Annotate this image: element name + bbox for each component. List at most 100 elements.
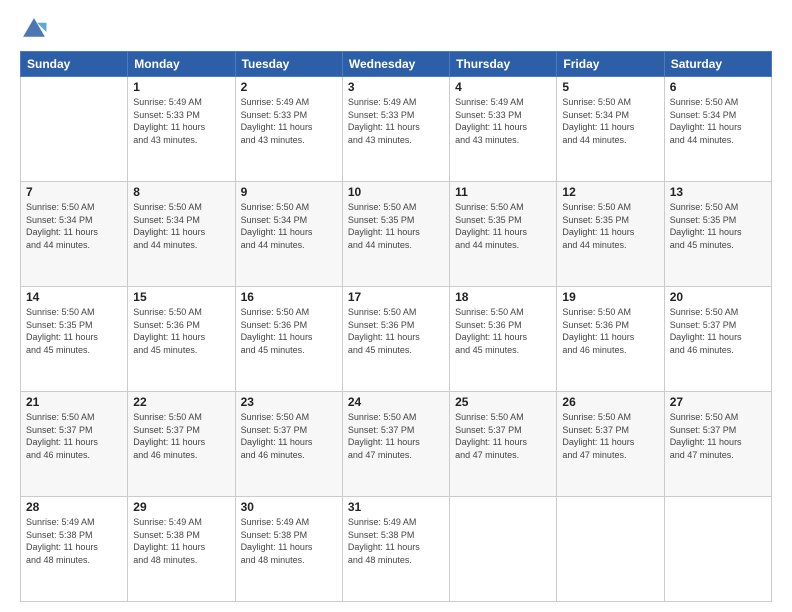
day-number: 24 (348, 395, 444, 409)
col-header-sunday: Sunday (21, 52, 128, 77)
day-number: 21 (26, 395, 122, 409)
day-number: 8 (133, 185, 229, 199)
calendar-cell: 25 Sunrise: 5:50 AM Sunset: 5:37 PM Dayli… (450, 392, 557, 497)
day-number: 30 (241, 500, 337, 514)
calendar-cell: 1 Sunrise: 5:49 AM Sunset: 5:33 PM Daylig… (128, 77, 235, 182)
calendar-week-5: 28 Sunrise: 5:49 AM Sunset: 5:38 PM Dayli… (21, 497, 772, 602)
day-info: Sunrise: 5:50 AM Sunset: 5:37 PM Dayligh… (26, 411, 122, 461)
calendar-table: SundayMondayTuesdayWednesdayThursdayFrid… (20, 51, 772, 602)
day-info: Sunrise: 5:50 AM Sunset: 5:36 PM Dayligh… (241, 306, 337, 356)
day-number: 22 (133, 395, 229, 409)
col-header-friday: Friday (557, 52, 664, 77)
calendar-cell: 2 Sunrise: 5:49 AM Sunset: 5:33 PM Daylig… (235, 77, 342, 182)
day-info: Sunrise: 5:49 AM Sunset: 5:38 PM Dayligh… (26, 516, 122, 566)
day-number: 6 (670, 80, 766, 94)
day-info: Sunrise: 5:49 AM Sunset: 5:33 PM Dayligh… (241, 96, 337, 146)
calendar-cell: 22Sunrise: 5:50 AM Sunset: 5:37 PM Dayli… (128, 392, 235, 497)
day-info: Sunrise: 5:49 AM Sunset: 5:38 PM Dayligh… (133, 516, 229, 566)
calendar-cell: 6 Sunrise: 5:50 AM Sunset: 5:34 PM Daylig… (664, 77, 771, 182)
day-info: Sunrise: 5:50 AM Sunset: 5:36 PM Dayligh… (133, 306, 229, 356)
col-header-monday: Monday (128, 52, 235, 77)
col-header-tuesday: Tuesday (235, 52, 342, 77)
calendar-cell: 26 Sunrise: 5:50 AM Sunset: 5:37 PM Dayli… (557, 392, 664, 497)
calendar-cell: 23 Sunrise: 5:50 AM Sunset: 5:37 PM Dayli… (235, 392, 342, 497)
day-info: Sunrise: 5:50 AM Sunset: 5:37 PM Dayligh… (670, 306, 766, 356)
logo-icon (20, 15, 48, 43)
day-number: 23 (241, 395, 337, 409)
day-info: Sunrise: 5:50 AM Sunset: 5:35 PM Dayligh… (562, 201, 658, 251)
day-number: 16 (241, 290, 337, 304)
day-number: 14 (26, 290, 122, 304)
header-row: SundayMondayTuesdayWednesdayThursdayFrid… (21, 52, 772, 77)
day-number: 11 (455, 185, 551, 199)
day-number: 12 (562, 185, 658, 199)
day-info: Sunrise: 5:50 AM Sunset: 5:37 PM Dayligh… (670, 411, 766, 461)
day-info: Sunrise: 5:50 AM Sunset: 5:35 PM Dayligh… (455, 201, 551, 251)
logo (20, 15, 52, 43)
day-info: Sunrise: 5:50 AM Sunset: 5:36 PM Dayligh… (562, 306, 658, 356)
day-number: 2 (241, 80, 337, 94)
day-number: 31 (348, 500, 444, 514)
day-info: Sunrise: 5:49 AM Sunset: 5:38 PM Dayligh… (241, 516, 337, 566)
col-header-wednesday: Wednesday (342, 52, 449, 77)
day-number: 18 (455, 290, 551, 304)
day-number: 17 (348, 290, 444, 304)
calendar-week-1: 1 Sunrise: 5:49 AM Sunset: 5:33 PM Daylig… (21, 77, 772, 182)
calendar-cell: 28 Sunrise: 5:49 AM Sunset: 5:38 PM Dayli… (21, 497, 128, 602)
day-number: 29 (133, 500, 229, 514)
day-info: Sunrise: 5:50 AM Sunset: 5:35 PM Dayligh… (348, 201, 444, 251)
calendar-cell (557, 497, 664, 602)
calendar-cell: 10 Sunrise: 5:50 AM Sunset: 5:35 PM Dayli… (342, 182, 449, 287)
col-header-thursday: Thursday (450, 52, 557, 77)
calendar-week-2: 7 Sunrise: 5:50 AM Sunset: 5:34 PM Daylig… (21, 182, 772, 287)
day-number: 25 (455, 395, 551, 409)
calendar-cell: 5Sunrise: 5:50 AM Sunset: 5:34 PM Daylig… (557, 77, 664, 182)
calendar-cell: 19 Sunrise: 5:50 AM Sunset: 5:36 PM Dayli… (557, 287, 664, 392)
day-info: Sunrise: 5:50 AM Sunset: 5:34 PM Dayligh… (241, 201, 337, 251)
day-number: 10 (348, 185, 444, 199)
calendar-cell: 12 Sunrise: 5:50 AM Sunset: 5:35 PM Dayli… (557, 182, 664, 287)
calendar-cell (450, 497, 557, 602)
calendar-cell: 7 Sunrise: 5:50 AM Sunset: 5:34 PM Daylig… (21, 182, 128, 287)
day-info: Sunrise: 5:50 AM Sunset: 5:37 PM Dayligh… (455, 411, 551, 461)
day-number: 27 (670, 395, 766, 409)
calendar-cell: 8Sunrise: 5:50 AM Sunset: 5:34 PM Daylig… (128, 182, 235, 287)
day-info: Sunrise: 5:50 AM Sunset: 5:34 PM Dayligh… (670, 96, 766, 146)
day-info: Sunrise: 5:50 AM Sunset: 5:37 PM Dayligh… (241, 411, 337, 461)
calendar-cell: 15 Sunrise: 5:50 AM Sunset: 5:36 PM Dayli… (128, 287, 235, 392)
day-info: Sunrise: 5:50 AM Sunset: 5:34 PM Dayligh… (26, 201, 122, 251)
calendar-cell: 31 Sunrise: 5:49 AM Sunset: 5:38 PM Dayli… (342, 497, 449, 602)
day-info: Sunrise: 5:49 AM Sunset: 5:33 PM Dayligh… (348, 96, 444, 146)
calendar-cell (21, 77, 128, 182)
day-number: 4 (455, 80, 551, 94)
calendar-cell: 30 Sunrise: 5:49 AM Sunset: 5:38 PM Dayli… (235, 497, 342, 602)
day-info: Sunrise: 5:50 AM Sunset: 5:36 PM Dayligh… (455, 306, 551, 356)
calendar-cell: 16 Sunrise: 5:50 AM Sunset: 5:36 PM Dayli… (235, 287, 342, 392)
day-number: 26 (562, 395, 658, 409)
day-number: 28 (26, 500, 122, 514)
day-number: 15 (133, 290, 229, 304)
day-number: 20 (670, 290, 766, 304)
day-info: Sunrise: 5:50 AM Sunset: 5:34 PM Dayligh… (562, 96, 658, 146)
day-info: Sunrise: 5:50 AM Sunset: 5:36 PM Dayligh… (348, 306, 444, 356)
calendar-cell (664, 497, 771, 602)
day-info: Sunrise: 5:50 AM Sunset: 5:37 PM Dayligh… (562, 411, 658, 461)
day-number: 3 (348, 80, 444, 94)
day-number: 7 (26, 185, 122, 199)
calendar-cell: 9Sunrise: 5:50 AM Sunset: 5:34 PM Daylig… (235, 182, 342, 287)
day-info: Sunrise: 5:49 AM Sunset: 5:33 PM Dayligh… (133, 96, 229, 146)
header (20, 15, 772, 43)
calendar-cell: 17 Sunrise: 5:50 AM Sunset: 5:36 PM Dayli… (342, 287, 449, 392)
day-number: 1 (133, 80, 229, 94)
col-header-saturday: Saturday (664, 52, 771, 77)
day-info: Sunrise: 5:50 AM Sunset: 5:35 PM Dayligh… (670, 201, 766, 251)
calendar-cell: 13Sunrise: 5:50 AM Sunset: 5:35 PM Dayli… (664, 182, 771, 287)
calendar-cell: 24 Sunrise: 5:50 AM Sunset: 5:37 PM Dayli… (342, 392, 449, 497)
day-number: 19 (562, 290, 658, 304)
day-info: Sunrise: 5:50 AM Sunset: 5:37 PM Dayligh… (348, 411, 444, 461)
calendar-cell: 3 Sunrise: 5:49 AM Sunset: 5:33 PM Daylig… (342, 77, 449, 182)
calendar-week-3: 14Sunrise: 5:50 AM Sunset: 5:35 PM Dayli… (21, 287, 772, 392)
calendar-cell: 18 Sunrise: 5:50 AM Sunset: 5:36 PM Dayli… (450, 287, 557, 392)
calendar-cell: 20 Sunrise: 5:50 AM Sunset: 5:37 PM Dayli… (664, 287, 771, 392)
day-info: Sunrise: 5:49 AM Sunset: 5:38 PM Dayligh… (348, 516, 444, 566)
